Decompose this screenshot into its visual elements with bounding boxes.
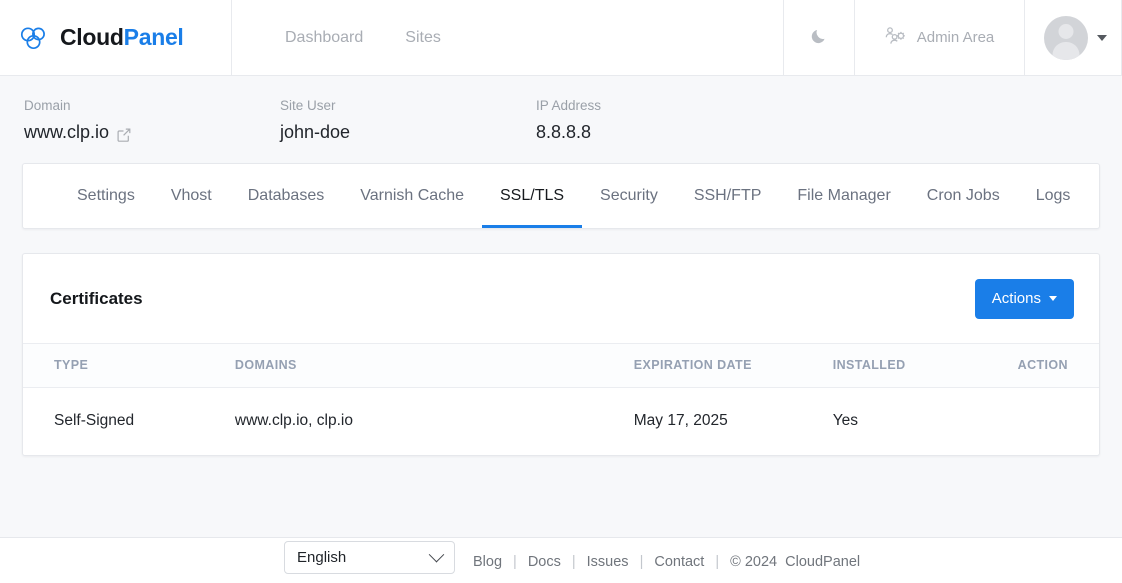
avatar-icon: [1044, 16, 1088, 60]
actions-button[interactable]: Actions: [975, 279, 1074, 319]
cloud-logo-icon: [19, 25, 49, 51]
moon-icon: [810, 26, 829, 50]
info-ip-address-label: IP Address: [536, 98, 601, 113]
column-header-expiration-date: EXPIRATION DATE: [634, 344, 833, 388]
column-header-action: ACTION: [1018, 344, 1099, 388]
cell-type: Self-Signed: [23, 388, 235, 456]
table-body: Self-Signed www.clp.io, clp.io May 17, 2…: [23, 388, 1099, 456]
info-site-user: Site User john-doe: [280, 98, 536, 148]
table-row[interactable]: Self-Signed www.clp.io, clp.io May 17, 2…: [23, 388, 1099, 456]
app-footer: English Blog | Docs | Issues | Contact |…: [0, 537, 1122, 583]
chevron-down-icon: [1049, 296, 1057, 301]
main-navigation: Dashboard Sites: [232, 0, 784, 75]
brand-name: CloudPanel: [60, 24, 184, 51]
brand-name-second: Panel: [124, 24, 184, 50]
app-header: CloudPanel Dashboard Sites Admin Area: [0, 0, 1122, 76]
info-site-user-label: Site User: [280, 98, 536, 113]
dark-mode-toggle[interactable]: [784, 0, 855, 75]
brand-logo-area[interactable]: CloudPanel: [0, 0, 232, 75]
tab-databases[interactable]: Databases: [230, 164, 343, 228]
certificates-card-header: Certificates Actions: [23, 254, 1099, 343]
admin-area-button[interactable]: Admin Area: [855, 0, 1025, 75]
tab-security[interactable]: Security: [582, 164, 676, 228]
actions-button-label: Actions: [992, 290, 1041, 307]
tab-varnish-cache[interactable]: Varnish Cache: [342, 164, 482, 228]
nav-sites[interactable]: Sites: [405, 29, 441, 47]
footer-link-issues[interactable]: Issues: [576, 554, 640, 570]
site-info-strip: Domain www.clp.io Site User john-doe IP …: [0, 76, 1122, 148]
nav-dashboard[interactable]: Dashboard: [285, 29, 363, 47]
footer-link-contact[interactable]: Contact: [643, 554, 715, 570]
tab-logs[interactable]: Logs: [1018, 164, 1089, 228]
cell-action[interactable]: [1018, 388, 1099, 456]
tab-cron-jobs[interactable]: Cron Jobs: [909, 164, 1018, 228]
tab-ssl-tls[interactable]: SSL/TLS: [482, 164, 582, 228]
info-site-user-value: john-doe: [280, 122, 536, 143]
tab-vhost[interactable]: Vhost: [153, 164, 230, 228]
tab-bar: Settings Vhost Databases Varnish Cache S…: [22, 163, 1100, 229]
table-header-row: TYPE DOMAINS EXPIRATION DATE INSTALLED A…: [23, 344, 1099, 388]
users-gear-icon: [885, 26, 907, 50]
tab-ssh-ftp[interactable]: SSH/FTP: [676, 164, 780, 228]
chevron-down-icon: [1097, 35, 1107, 41]
language-select-value: English: [297, 549, 346, 566]
certificates-card: Certificates Actions TYPE DOMAINS EXPIRA…: [22, 253, 1100, 456]
footer-links: Blog | Docs | Issues | Contact | © 2024 …: [473, 554, 860, 570]
tab-file-manager[interactable]: File Manager: [779, 164, 908, 228]
info-domain-text: www.clp.io: [24, 122, 109, 143]
footer-link-docs[interactable]: Docs: [517, 554, 572, 570]
info-ip-address: IP Address 8.8.8.8: [536, 98, 601, 148]
info-domain: Domain www.clp.io: [24, 98, 280, 148]
info-domain-value: www.clp.io: [24, 122, 280, 143]
column-header-domains: DOMAINS: [235, 344, 634, 388]
info-ip-address-value: 8.8.8.8: [536, 122, 601, 143]
admin-area-label: Admin Area: [917, 29, 995, 46]
cell-installed: Yes: [833, 388, 1018, 456]
table-header: TYPE DOMAINS EXPIRATION DATE INSTALLED A…: [23, 344, 1099, 388]
page-title: Certificates: [50, 289, 143, 309]
tab-settings[interactable]: Settings: [59, 164, 153, 228]
language-select[interactable]: English: [284, 541, 455, 574]
cell-expiration-date: May 17, 2025: [634, 388, 833, 456]
certificates-table: TYPE DOMAINS EXPIRATION DATE INSTALLED A…: [23, 343, 1099, 455]
footer-copyright: © 2024 CloudPanel: [719, 554, 860, 570]
column-header-type: TYPE: [23, 344, 235, 388]
cell-domains: www.clp.io, clp.io: [235, 388, 634, 456]
external-link-icon[interactable]: [117, 126, 131, 140]
user-menu-button[interactable]: [1025, 0, 1122, 75]
brand-name-first: Cloud: [60, 24, 124, 50]
footer-link-blog[interactable]: Blog: [473, 554, 513, 570]
column-header-installed: INSTALLED: [833, 344, 1018, 388]
chevron-down-icon: [429, 547, 445, 563]
info-domain-label: Domain: [24, 98, 280, 113]
